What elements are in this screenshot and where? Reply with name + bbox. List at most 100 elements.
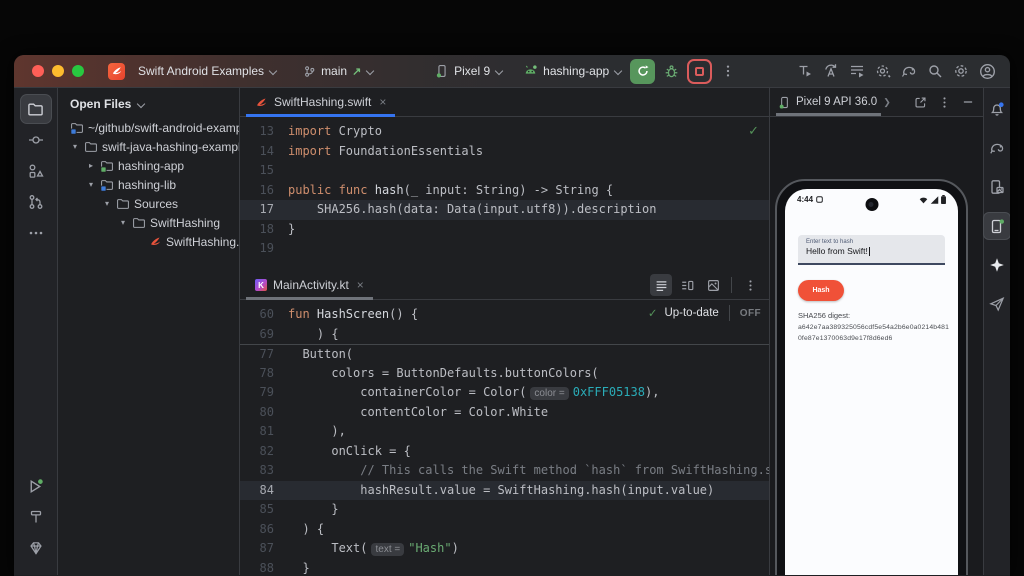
editor-more-menu[interactable]	[739, 274, 761, 296]
gemini-button[interactable]	[984, 252, 1010, 278]
line-number[interactable]: 19	[240, 239, 288, 259]
code-line[interactable]: 78 colors = ButtonDefaults.buttonColors(	[240, 364, 769, 384]
emulator-screen[interactable]: 4:44 Enter text to hash Hello fro	[785, 189, 958, 575]
search-button[interactable]	[922, 58, 948, 84]
code-line[interactable]: 80 contentColor = Color.White	[240, 403, 769, 423]
layout-inspector-button[interactable]	[984, 174, 1010, 200]
code-line[interactable]: 13import Crypto	[240, 122, 769, 142]
vcs-branch-selector[interactable]: main ↗	[298, 59, 379, 83]
close-button[interactable]	[32, 65, 44, 77]
gradle-sync-button[interactable]	[896, 58, 922, 84]
structure-tool-button[interactable]	[21, 157, 51, 185]
chevron-down-icon[interactable]: ▾	[116, 218, 130, 227]
code-line[interactable]: 79 containerColor = Color(color =0xFFF05…	[240, 383, 769, 403]
more-tools-button[interactable]	[21, 219, 51, 247]
device-more-menu[interactable]	[933, 91, 955, 113]
code-line[interactable]: 84 hashResult.value = SwiftHashing.hash(…	[240, 481, 769, 501]
code-line[interactable]: 15	[240, 161, 769, 181]
line-number[interactable]: 82	[240, 442, 288, 462]
code-line[interactable]: 19	[240, 239, 769, 259]
tab-mainactivity[interactable]: K MainActivity.kt ×	[246, 271, 373, 299]
commit-tool-button[interactable]	[21, 126, 51, 154]
swift-editor[interactable]: ✓ 13import Crypto14import FoundationEsse…	[240, 117, 769, 271]
design-view-button[interactable]	[702, 274, 724, 296]
line-number[interactable]: 79	[240, 383, 288, 403]
line-number[interactable]: 17	[240, 200, 288, 220]
chevron-down-icon[interactable]: ▾	[100, 199, 114, 208]
device-tab[interactable]: Pixel 9 API 36.0	[778, 88, 881, 116]
line-number[interactable]: 77	[240, 345, 288, 364]
tree-item[interactable]: ▾SwiftHashing	[58, 213, 239, 232]
line-number[interactable]: 60	[240, 305, 288, 325]
open-in-window-button[interactable]	[909, 91, 931, 113]
line-number[interactable]: 78	[240, 364, 288, 384]
notifications-button[interactable]	[984, 96, 1010, 122]
profile-button[interactable]	[974, 58, 1000, 84]
chevron-down-icon[interactable]: ▾	[68, 142, 82, 151]
tree-item[interactable]: ▾swift-java-hashing-example	[58, 137, 239, 156]
code-line[interactable]: 85 }	[240, 500, 769, 520]
chevron-down-icon[interactable]: ▾	[84, 180, 98, 189]
line-number[interactable]: 87	[240, 539, 288, 559]
line-number[interactable]: 14	[240, 142, 288, 162]
chevron-right-icon[interactable]: ▸	[84, 161, 98, 170]
run-more-menu[interactable]	[715, 58, 741, 84]
hide-panel-button[interactable]	[957, 91, 979, 113]
run-tool-button[interactable]	[21, 472, 51, 500]
code-line[interactable]: 18}	[240, 220, 769, 240]
running-devices-button[interactable]	[984, 213, 1010, 239]
gradle-button[interactable]	[984, 135, 1010, 161]
code-line[interactable]: 14import FoundationEssentials	[240, 142, 769, 162]
code-line[interactable]: 88 }	[240, 559, 769, 576]
close-tab-icon[interactable]: ×	[379, 95, 386, 109]
hash-button[interactable]: Hash	[798, 280, 844, 301]
line-number[interactable]: 83	[240, 461, 288, 481]
live-edit-toggle[interactable]: OFF	[740, 308, 761, 319]
debug-button[interactable]	[658, 58, 684, 84]
code-view-button[interactable]	[650, 274, 672, 296]
project-selector[interactable]: Swift Android Examples	[133, 59, 282, 83]
ai-rename-button[interactable]	[818, 58, 844, 84]
code-line[interactable]: 82 onClick = {	[240, 442, 769, 462]
line-number[interactable]: 86	[240, 520, 288, 540]
tree-item[interactable]: ▾Sources	[58, 194, 239, 213]
line-number[interactable]: 13	[240, 122, 288, 142]
profiler-button[interactable]	[870, 58, 896, 84]
code-line[interactable]: 83 // This calls the Swift method `hash`…	[240, 461, 769, 481]
project-view-header[interactable]: Open Files	[58, 88, 239, 118]
tree-item[interactable]: ~/github/swift-android-examples	[58, 118, 239, 137]
rerun-button[interactable]	[630, 59, 655, 84]
build-tool-button[interactable]	[21, 503, 51, 531]
pull-requests-tool-button[interactable]	[21, 188, 51, 216]
code-line[interactable]: 86 ) {	[240, 520, 769, 540]
chevron-right-icon[interactable]: ❯	[883, 97, 891, 108]
line-number[interactable]: 69	[240, 325, 288, 345]
hash-input-field[interactable]: Enter text to hash Hello from Swift!	[798, 235, 945, 265]
dependencies-tool-button[interactable]	[21, 534, 51, 562]
code-line[interactable]: 69 ) {	[240, 325, 769, 345]
tree-item[interactable]: ▸hashing-app	[58, 156, 239, 175]
code-line[interactable]: 77 Button(	[240, 344, 769, 364]
line-number[interactable]: 18	[240, 220, 288, 240]
device-selector[interactable]: Pixel 9	[430, 59, 508, 83]
split-view-button[interactable]	[676, 274, 698, 296]
run-configuration-selector[interactable]: hashing-app	[518, 59, 627, 83]
device-streaming-button[interactable]	[792, 58, 818, 84]
settings-button[interactable]	[948, 58, 974, 84]
stop-button[interactable]	[687, 59, 712, 84]
fullscreen-button[interactable]	[72, 65, 84, 77]
tree-item[interactable]: SwiftHashing.swift	[58, 232, 239, 251]
line-number[interactable]: 80	[240, 403, 288, 423]
line-number[interactable]: 84	[240, 481, 288, 501]
project-tool-button[interactable]	[21, 95, 51, 123]
code-line[interactable]: 17 SHA256.hash(data: Data(input.utf8)).d…	[240, 200, 769, 220]
app-insights-button[interactable]	[984, 291, 1010, 317]
line-number[interactable]: 16	[240, 181, 288, 201]
line-number[interactable]: 88	[240, 559, 288, 576]
code-line[interactable]: 87 Text(text ="Hash")	[240, 539, 769, 559]
line-number[interactable]: 85	[240, 500, 288, 520]
minimize-button[interactable]	[52, 65, 64, 77]
inspection-ok-icon[interactable]: ✓	[748, 123, 759, 139]
code-line[interactable]: 16public func hash(_ input: String) -> S…	[240, 181, 769, 201]
run-configurations-button[interactable]	[844, 58, 870, 84]
